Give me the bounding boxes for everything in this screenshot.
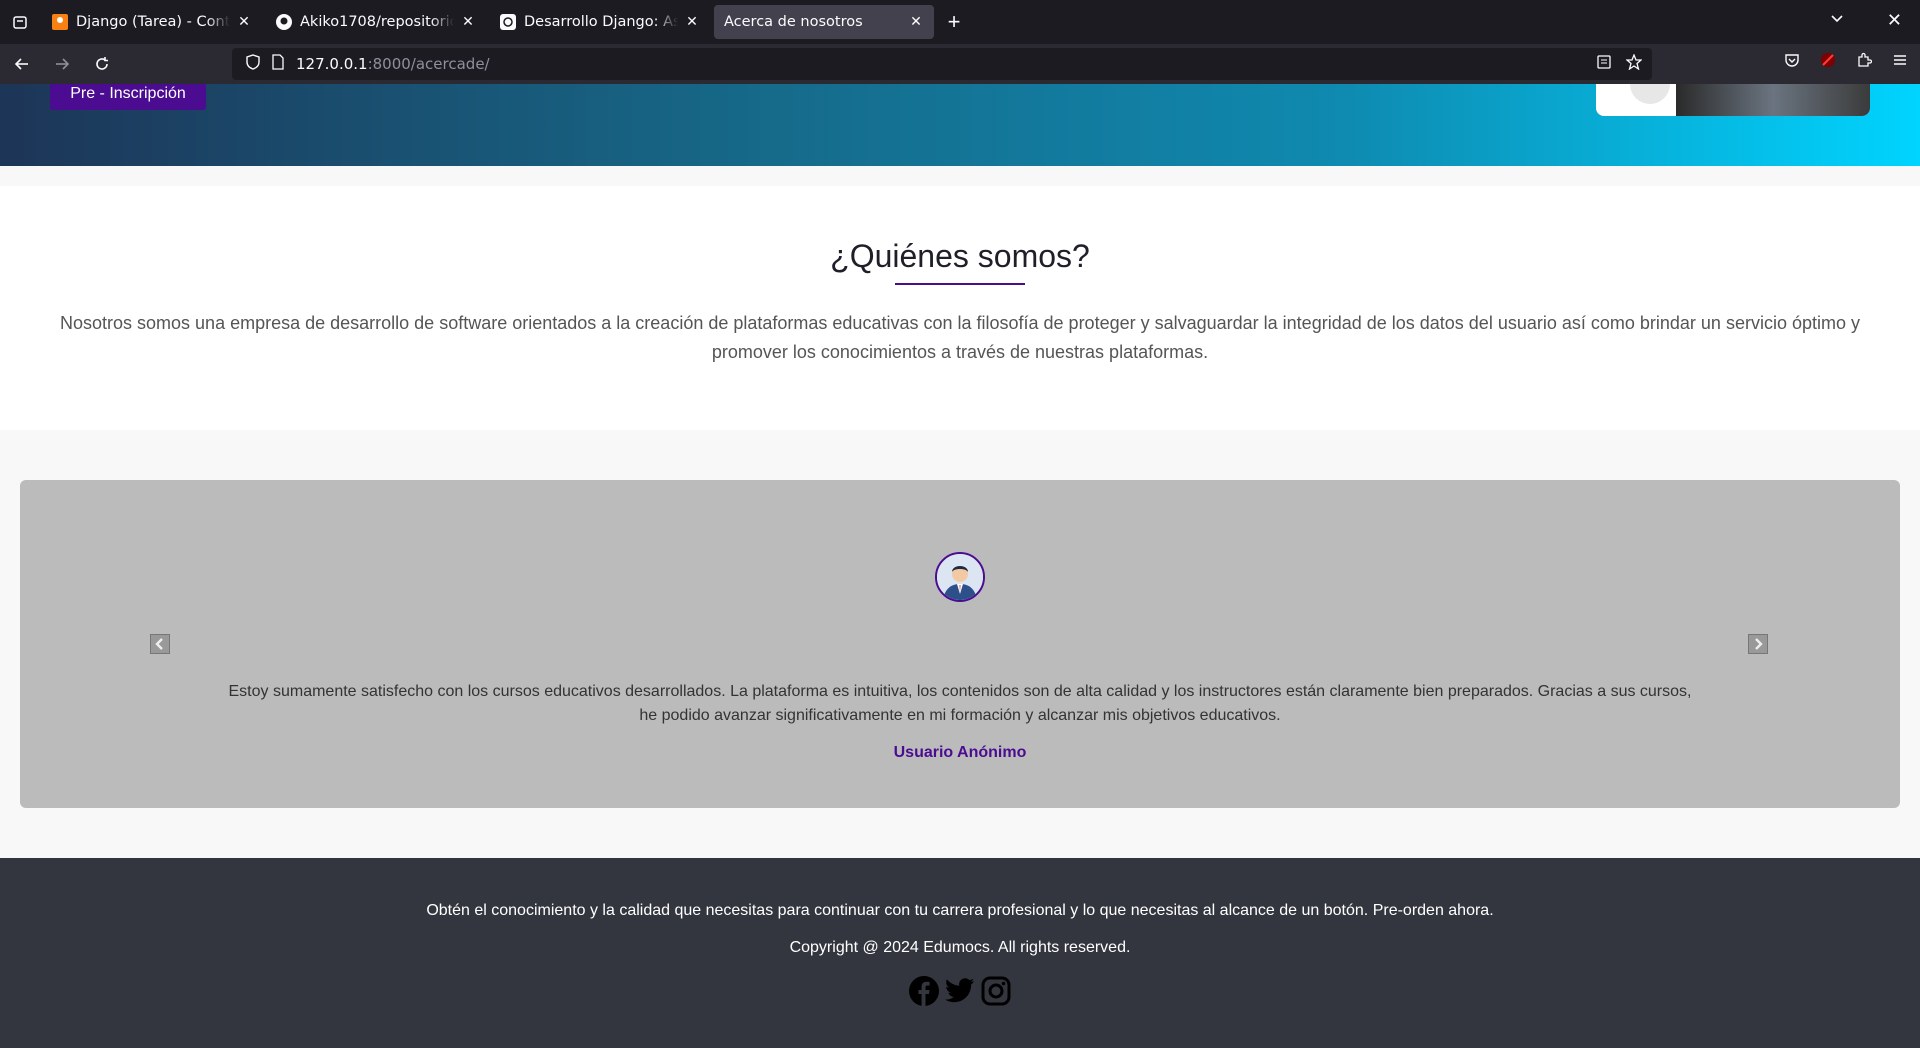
- browser-tab-3[interactable]: Desarrollo Django: Asiste ✕: [490, 5, 710, 39]
- pocket-icon[interactable]: [1784, 52, 1800, 73]
- browser-tab-bar: Django (Tarea) - Control d ✕ Akiko1708/r…: [0, 0, 1920, 44]
- about-text: Nosotros somos una empresa de desarrollo…: [60, 313, 1860, 362]
- chevron-down-icon[interactable]: [1830, 12, 1844, 31]
- testimonial-quote: Estoy sumamente satisfecho con los curso…: [228, 683, 1692, 724]
- hero-banner: Pre - Inscripción: [0, 84, 1920, 166]
- about-heading: ¿Quiénes somos?: [830, 238, 1090, 274]
- new-tab-icon[interactable]: +: [936, 4, 972, 40]
- close-tab-icon[interactable]: ✕: [236, 14, 252, 30]
- hero-image: [1596, 84, 1870, 116]
- tab-list-icon[interactable]: [0, 0, 40, 44]
- url-host: 127.0.0.1: [296, 55, 368, 73]
- forward-icon[interactable]: [44, 48, 80, 80]
- github-favicon-icon: [276, 14, 292, 30]
- reader-view-icon[interactable]: [1596, 54, 1612, 75]
- shield-icon[interactable]: [246, 53, 260, 75]
- hero-image-photo: [1676, 84, 1870, 116]
- close-tab-icon[interactable]: ✕: [684, 14, 700, 30]
- footer-copyright: Copyright @ 2024 Edumocs. All rights res…: [789, 939, 1131, 956]
- menu-hamburger-icon[interactable]: [1892, 52, 1908, 73]
- close-tab-icon[interactable]: ✕: [908, 14, 924, 30]
- ublock-extension-icon[interactable]: [1820, 52, 1836, 73]
- page-info-icon[interactable]: [272, 53, 284, 75]
- pre-inscription-button[interactable]: Pre - Inscripción: [50, 84, 206, 110]
- testimonial-author: Usuario Anónimo: [893, 744, 1027, 761]
- tab-title: Django (Tarea) - Control d: [76, 14, 230, 30]
- browser-tab-2[interactable]: Akiko1708/repositorio_Ed ✕: [266, 5, 486, 39]
- footer: Obtén el conocimiento y la calidad que n…: [0, 858, 1920, 1048]
- browser-tab-4-active[interactable]: Acerca de nosotros ✕: [714, 5, 934, 39]
- browser-tab-1[interactable]: Django (Tarea) - Control d ✕: [42, 5, 262, 39]
- extensions-puzzle-icon[interactable]: [1856, 52, 1873, 73]
- address-bar[interactable]: 127.0.0.1:8000/acercade/: [232, 48, 1652, 80]
- reload-icon[interactable]: [84, 48, 120, 80]
- url-path: :8000/acercade/: [367, 55, 490, 73]
- twitter-icon[interactable]: [944, 975, 976, 1007]
- testimonial-carousel: Estoy sumamente satisfecho con los curso…: [20, 480, 1900, 808]
- carousel-prev-icon[interactable]: [150, 634, 170, 654]
- carousel-next-icon[interactable]: [1748, 634, 1768, 654]
- chatgpt-favicon-icon: [500, 14, 516, 30]
- window-close-icon[interactable]: ✕: [1887, 10, 1902, 31]
- facebook-icon[interactable]: [908, 975, 940, 1007]
- heading-underline: [895, 283, 1025, 285]
- tab-title: Akiko1708/repositorio_Ed: [300, 14, 454, 30]
- moodle-favicon-icon: [52, 14, 68, 30]
- instagram-icon[interactable]: [980, 975, 1012, 1007]
- browser-nav-bar: 127.0.0.1:8000/acercade/: [0, 44, 1920, 84]
- page-viewport: Pre - Inscripción ¿Quiénes somos? Nosotr…: [0, 84, 1920, 1048]
- close-tab-icon[interactable]: ✕: [460, 14, 476, 30]
- url-text[interactable]: 127.0.0.1:8000/acercade/: [296, 55, 490, 73]
- about-section: ¿Quiénes somos? Nosotros somos una empre…: [0, 186, 1920, 430]
- bookmark-star-icon[interactable]: [1625, 53, 1643, 75]
- social-links: [0, 975, 1920, 1007]
- back-icon[interactable]: [4, 48, 40, 80]
- hero-image-person: [1630, 84, 1670, 104]
- avatar: [935, 552, 985, 602]
- tab-title: Desarrollo Django: Asiste: [524, 14, 678, 30]
- footer-tagline: Obtén el conocimiento y la calidad que n…: [426, 902, 1494, 919]
- tab-title: Acerca de nosotros: [724, 14, 863, 30]
